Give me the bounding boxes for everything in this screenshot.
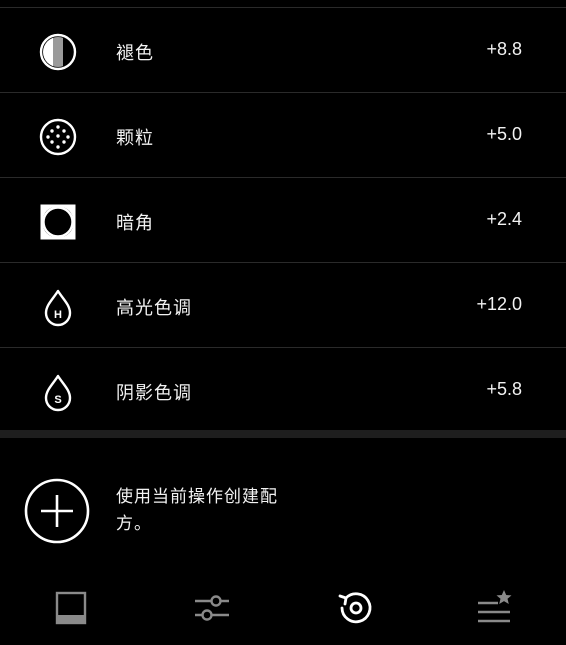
svg-text:S: S [54, 394, 61, 406]
adjustment-row-highlight-tone[interactable]: H 高光色调 +12.0 [0, 263, 566, 348]
sliders-icon[interactable] [190, 586, 234, 630]
adjustment-label: 阴影色调 [116, 383, 192, 404]
create-recipe-section: 使用当前操作创建配方。 [0, 438, 566, 578]
create-recipe-text[interactable]: 使用当前操作创建配方。 [116, 484, 291, 538]
adjustment-value: +5.8 [486, 379, 522, 399]
highlight-tone-icon: H [44, 289, 72, 327]
adjustment-row-vignette[interactable]: 暗角 +2.4 [0, 178, 566, 263]
adjustment-value: +12.0 [476, 294, 522, 314]
recipe-star-icon[interactable] [474, 586, 518, 630]
adjustment-label: 暗角 [116, 213, 154, 234]
adjustment-row-fade[interactable]: 褪色 +8.8 [0, 8, 566, 93]
svg-text:H: H [54, 309, 62, 321]
shadow-tone-icon: S [44, 374, 72, 412]
add-recipe-button[interactable] [24, 478, 90, 544]
adjustment-label: 高光色调 [116, 298, 192, 319]
adjustment-row-shadow-tone[interactable]: S 阴影色调 +5.8 [0, 348, 566, 433]
vignette-icon [40, 204, 76, 240]
section-separator [0, 430, 566, 438]
frame-icon[interactable] [49, 586, 93, 630]
adjustment-value: +2.4 [486, 209, 522, 229]
fade-icon [39, 33, 77, 71]
bottom-tab-bar [0, 578, 566, 645]
adjustment-value: +5.0 [486, 124, 522, 144]
adjustment-value: +8.8 [486, 39, 522, 59]
history-icon[interactable] [333, 586, 377, 630]
adjustment-label: 颗粒 [116, 128, 154, 149]
grain-icon [39, 118, 77, 156]
adjustment-row-grain[interactable]: 颗粒 +5.0 [0, 93, 566, 178]
adjustment-label: 褪色 [116, 43, 154, 64]
